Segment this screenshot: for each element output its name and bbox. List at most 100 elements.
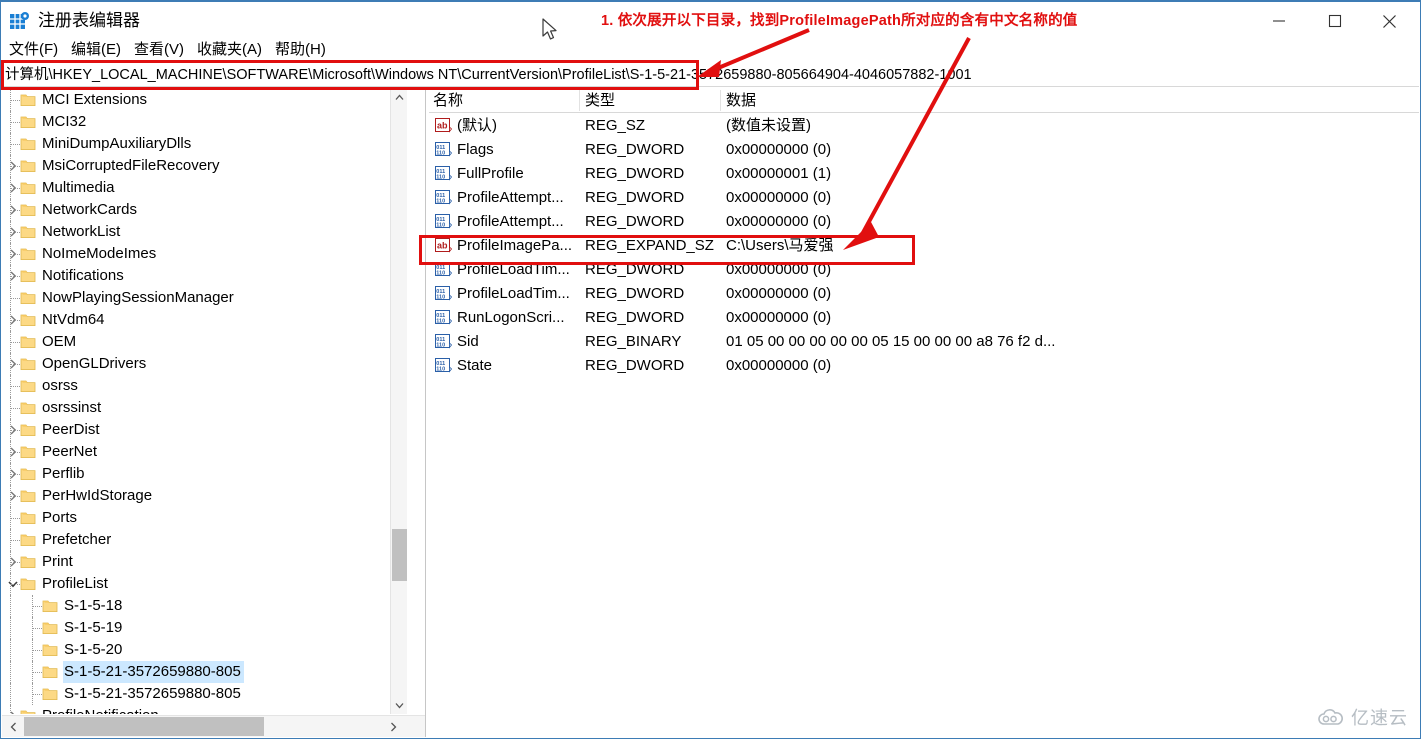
registry-values-panel[interactable]: 名称 类型 数据 ab (默认) REG_SZ (数值未设置) 011 110 Flags R…: [429, 89, 1419, 737]
tree-item-perflib[interactable]: Perflib: [2, 463, 406, 485]
folder-icon: [20, 375, 36, 397]
registry-value-row[interactable]: 011 110 ProfileLoadTim... REG_DWORD 0x000000…: [429, 282, 1419, 306]
watermark: 亿速云: [1316, 708, 1408, 728]
tree-item-noimemodeimes[interactable]: NoImeModeImes: [2, 243, 406, 265]
registry-value-row[interactable]: 011 110 FullProfile REG_DWORD 0x00000001 (1): [429, 162, 1419, 186]
svg-text:110: 110: [436, 270, 445, 276]
menu-help[interactable]: 帮助(H): [273, 40, 328, 60]
scroll-up-icon[interactable]: [391, 89, 408, 106]
menu-view[interactable]: 查看(V): [132, 40, 186, 60]
tree-item-label: Print: [42, 553, 73, 570]
watermark-text: 亿速云: [1351, 708, 1408, 728]
mouse-cursor: [542, 18, 557, 40]
registry-value-row[interactable]: ab ProfileImagePa... REG_EXPAND_SZ C:\Users…: [429, 234, 1419, 258]
tree-item-label: ProfileList: [42, 575, 108, 592]
close-button[interactable]: [1366, 2, 1412, 40]
tree-item-label: Multimedia: [42, 179, 115, 196]
tree-guide-stub: [33, 606, 42, 607]
scroll-down-icon[interactable]: [391, 697, 408, 714]
tree-item-label: ProfileNotification: [41, 705, 162, 714]
scroll-right-icon[interactable]: [382, 716, 404, 737]
registry-value-name: ProfileImagePa...: [457, 237, 573, 254]
tree-guide-stub: [11, 474, 20, 475]
tree-item-label: MCI32: [42, 113, 87, 130]
menu-edit[interactable]: 编辑(E): [69, 40, 123, 60]
tree-guide-stub: [11, 540, 20, 541]
tree-item-s-1-5-18[interactable]: S-1-5-18: [2, 595, 406, 617]
tree-item-s-1-5-20[interactable]: S-1-5-20: [2, 639, 406, 661]
folder-icon: [20, 199, 36, 221]
column-divider[interactable]: [720, 90, 721, 111]
tree-guide-stub: [11, 100, 20, 101]
tree-item-mci32[interactable]: MCI32: [2, 111, 406, 133]
tree-guide-stub: [11, 254, 20, 255]
tree-item-ports[interactable]: Ports: [2, 507, 406, 529]
maximize-button[interactable]: [1312, 2, 1358, 40]
tree-item-networklist[interactable]: NetworkList: [2, 221, 406, 243]
tree-item-notifications[interactable]: Notifications: [2, 265, 406, 287]
tree-vertical-scrollbar[interactable]: [390, 89, 407, 714]
tree-horizontal-scrollbar[interactable]: [2, 715, 425, 737]
tree-item-print[interactable]: Print: [2, 551, 406, 573]
tree-item-s-1-5-21-3572659880-805[interactable]: S-1-5-21-3572659880-805: [2, 661, 406, 683]
tree-item-profilelist[interactable]: ProfileList: [2, 573, 406, 595]
registry-value-type: REG_DWORD: [585, 189, 685, 206]
tree-guide-stub: [11, 386, 20, 387]
registry-value-row[interactable]: 011 110 RunLogonScri... REG_DWORD 0x00000000…: [429, 306, 1419, 330]
tree-item-s-1-5-21-3572659880-805[interactable]: S-1-5-21-3572659880-805: [2, 683, 406, 705]
tree-item-mciextensions[interactable]: MCI Extensions: [2, 89, 406, 111]
scroll-left-icon[interactable]: [2, 716, 24, 737]
column-header-name[interactable]: 名称: [433, 91, 463, 111]
column-header-data[interactable]: 数据: [726, 91, 756, 111]
tree-scrollbar-thumb[interactable]: [392, 529, 407, 581]
minimize-button[interactable]: [1256, 2, 1302, 40]
tree-item-nowplayingsessionmanager[interactable]: NowPlayingSessionManager: [2, 287, 406, 309]
tree-item-opengldrivers[interactable]: OpenGLDrivers: [2, 353, 406, 375]
chevron-right-icon[interactable]: [6, 705, 20, 714]
tree-hscrollbar-thumb[interactable]: [24, 717, 264, 736]
tree-item-peernet[interactable]: PeerNet: [2, 441, 406, 463]
menu-bar: 文件(F) 编辑(E) 查看(V) 收藏夹(A) 帮助(H): [1, 38, 1420, 62]
tree-item-msicorruptedfilerecovery[interactable]: MsiCorruptedFileRecovery: [2, 155, 406, 177]
tree-item-peerdist[interactable]: PeerDist: [2, 419, 406, 441]
tree-item-label: S-1-5-21-3572659880-805: [64, 685, 241, 702]
registry-value-row[interactable]: 011 110 ProfileLoadTim... REG_DWORD 0x000000…: [429, 258, 1419, 282]
string-value-icon: ab: [435, 238, 453, 254]
folder-icon: [20, 551, 36, 573]
column-header-type[interactable]: 类型: [585, 91, 615, 111]
registry-value-type: REG_DWORD: [585, 285, 685, 302]
tree-item-s-1-5-19[interactable]: S-1-5-19: [2, 617, 406, 639]
registry-value-row[interactable]: 011 110 ProfileAttempt... REG_DWORD 0x000000…: [429, 186, 1419, 210]
registry-value-row[interactable]: 011 110 Sid REG_BINARY 01 05 00 00 00 00 00 …: [429, 330, 1419, 354]
tree-guide-stub: [33, 628, 42, 629]
tree-item-multimedia[interactable]: Multimedia: [2, 177, 406, 199]
column-divider[interactable]: [579, 90, 580, 111]
menu-favorites[interactable]: 收藏夹(A): [195, 40, 264, 60]
tree-item-profilenotification[interactable]: ProfileNotification: [2, 705, 406, 714]
tree-item-networkcards[interactable]: NetworkCards: [2, 199, 406, 221]
tree-item-label: MsiCorruptedFileRecovery: [42, 157, 220, 174]
address-bar[interactable]: 计算机\HKEY_LOCAL_MACHINE\SOFTWARE\Microsof…: [2, 64, 1419, 87]
tree-item-oem[interactable]: OEM: [2, 331, 406, 353]
tree-item-osrssinst[interactable]: osrssinst: [2, 397, 406, 419]
tree-item-perhwidstorage[interactable]: PerHwIdStorage: [2, 485, 406, 507]
svg-text:110: 110: [436, 318, 445, 324]
tree-item-minidumpauxiliarydlls[interactable]: MiniDumpAuxiliaryDlls: [2, 133, 406, 155]
registry-value-row[interactable]: 011 110 Flags REG_DWORD 0x00000000 (0): [429, 138, 1419, 162]
registry-tree-panel[interactable]: MCI Extensions MCI32 MiniDumpAuxiliaryDlls…: [2, 89, 426, 737]
registry-value-name: ProfileLoadTim...: [457, 261, 570, 278]
registry-value-type: REG_SZ: [585, 117, 646, 134]
tree-guide-stub: [11, 210, 20, 211]
registry-value-row[interactable]: 011 110 State REG_DWORD 0x00000000 (0): [429, 354, 1419, 378]
tree-item-prefetcher[interactable]: Prefetcher: [2, 529, 406, 551]
registry-value-row[interactable]: 011 110 ProfileAttempt... REG_DWORD 0x000000…: [429, 210, 1419, 234]
menu-file[interactable]: 文件(F): [7, 40, 60, 60]
cloud-logo-icon: [1318, 709, 1343, 725]
registry-value-data: 0x00000000 (0): [726, 189, 832, 206]
registry-value-name: ProfileLoadTim...: [457, 285, 570, 302]
folder-icon: [20, 397, 36, 419]
tree-item-ntvdm64[interactable]: NtVdm64: [2, 309, 406, 331]
registry-value-row[interactable]: ab (默认) REG_SZ (数值未设置): [429, 114, 1419, 138]
tree-item-osrss[interactable]: osrss: [2, 375, 406, 397]
